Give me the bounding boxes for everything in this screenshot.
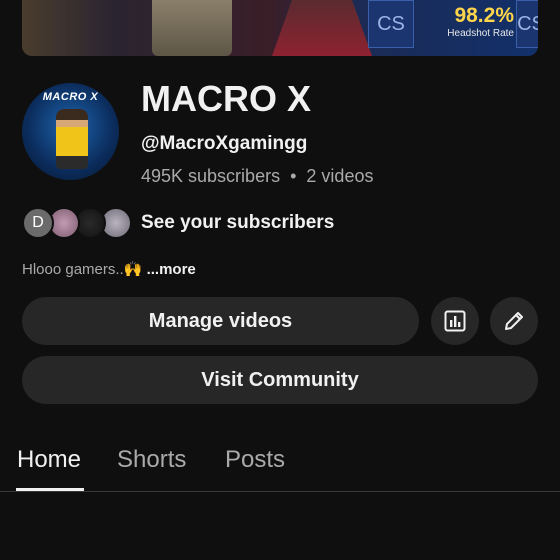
channel-avatar[interactable]: MACRO X <box>22 83 119 180</box>
tab-home[interactable]: Home <box>17 446 81 474</box>
analytics-button[interactable] <box>431 297 479 345</box>
video-count[interactable]: 2 videos <box>306 166 373 186</box>
analytics-icon <box>444 310 466 332</box>
headshot-rate-value: 98.2% <box>454 4 514 27</box>
channel-handle: @MacroXgamingg <box>141 133 308 154</box>
tab-posts[interactable]: Posts <box>225 446 285 474</box>
description-text: Hlooo gamers..🙌 <box>22 261 143 278</box>
channel-banner: CS 98.2% Headshot Rate CS <box>22 0 538 56</box>
see-subscribers-link[interactable]: See your subscribers <box>141 212 334 234</box>
manage-videos-button[interactable]: Manage videos <box>22 297 419 345</box>
channel-stats: 495K subscribers • 2 videos <box>141 166 373 187</box>
avatar-character <box>56 109 88 169</box>
avatar-logo-text: MACRO X <box>42 91 99 103</box>
banner-cs-badge-2: CS <box>516 0 538 48</box>
pencil-icon <box>505 312 523 330</box>
more-link[interactable]: ...more <box>147 261 196 278</box>
banner-character-left <box>152 0 232 56</box>
subscriber-avatar: D <box>22 207 54 239</box>
channel-name: MACRO X <box>141 78 311 119</box>
stats-separator: • <box>290 166 297 186</box>
headshot-rate-label: Headshot Rate <box>447 28 514 39</box>
visit-community-button[interactable]: Visit Community <box>22 356 538 404</box>
channel-description[interactable]: Hlooo gamers..🙌 ...more <box>22 260 196 278</box>
banner-headshot-stat: 98.2% Headshot Rate <box>418 4 514 39</box>
tab-shorts[interactable]: Shorts <box>117 446 186 474</box>
banner-character-right <box>272 0 372 56</box>
active-tab-indicator <box>16 488 84 491</box>
edit-channel-button[interactable] <box>490 297 538 345</box>
banner-cs-badge: CS <box>368 0 414 48</box>
subscriber-count: 495K subscribers <box>141 166 281 186</box>
channel-tabs: Home Shorts Posts <box>0 440 560 492</box>
subscriber-avatars[interactable]: D <box>22 207 132 239</box>
